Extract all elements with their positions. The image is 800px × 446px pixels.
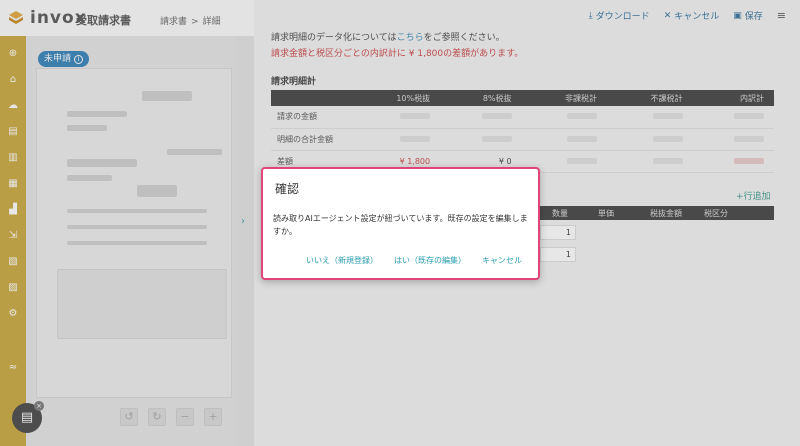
no-register-new-button[interactable]: いいえ（新規登録） xyxy=(306,255,378,266)
dialog-actions: いいえ（新規登録） はい（既存の編集） キャンセル xyxy=(306,255,522,266)
dialog-title: 確認 xyxy=(275,182,300,196)
cancel-button[interactable]: キャンセル xyxy=(482,255,522,266)
confirm-dialog: 確認 読み取りAIエージェント設定が紐づいています。既存の設定を編集しますか。 … xyxy=(261,167,540,280)
yes-edit-existing-button[interactable]: はい（既存の編集） xyxy=(394,255,466,266)
dialog-message: 読み取りAIエージェント設定が紐づいています。既存の設定を編集しますか。 xyxy=(273,214,528,236)
